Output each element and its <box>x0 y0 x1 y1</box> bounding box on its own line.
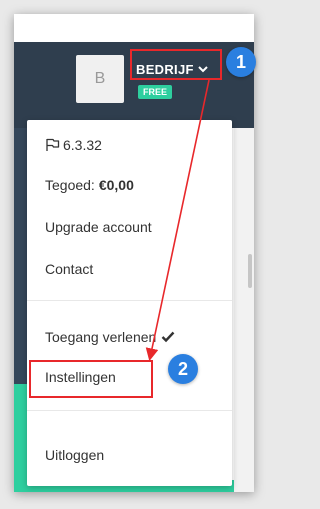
step-badge-1: 1 <box>226 47 256 77</box>
step-number: 1 <box>235 51 246 72</box>
step-badge-2: 2 <box>168 354 198 384</box>
annotation-arrow <box>145 79 210 362</box>
step-number: 2 <box>177 358 188 379</box>
